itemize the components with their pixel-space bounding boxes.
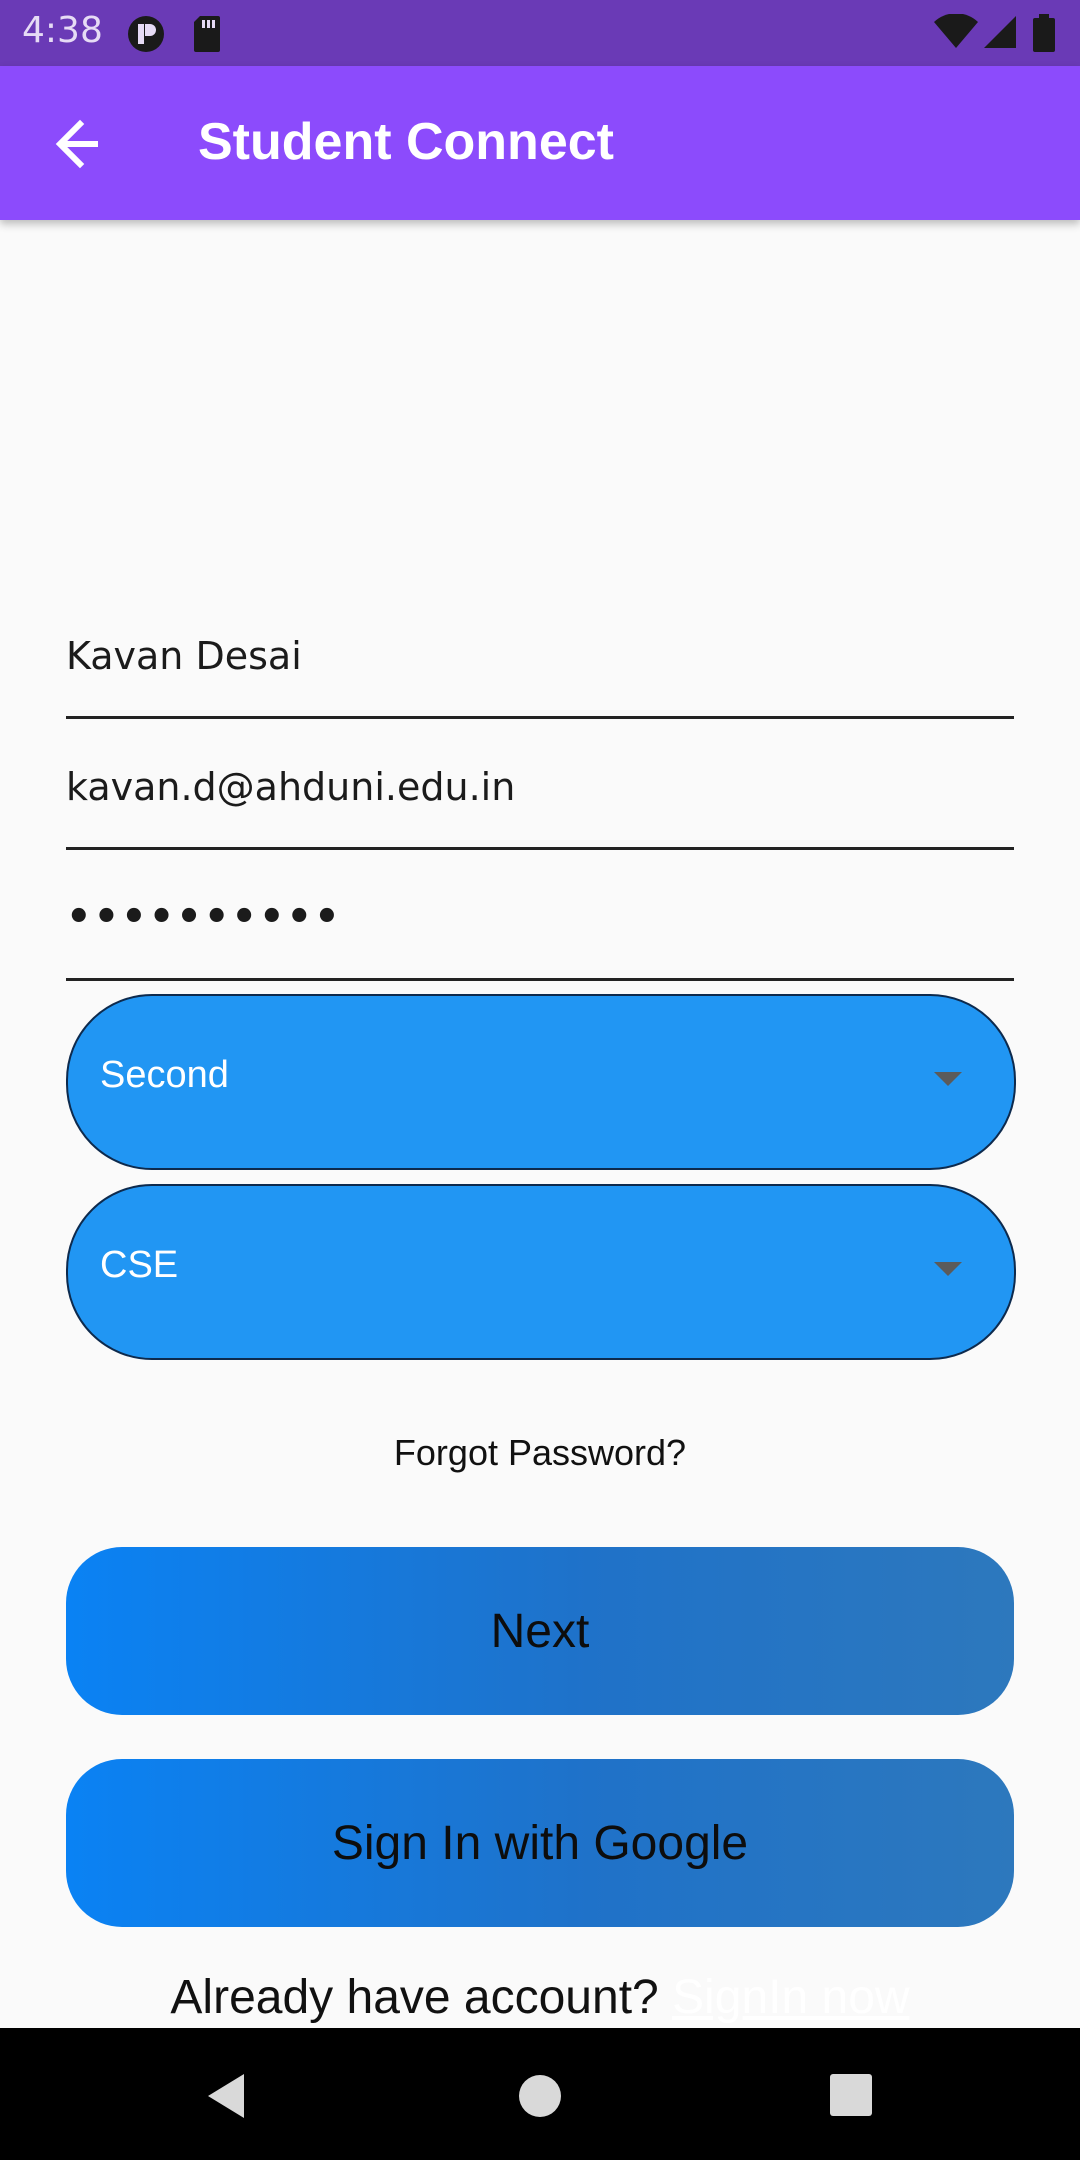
dropdown-arrow-icon <box>934 1072 962 1086</box>
year-dropdown[interactable]: Second <box>66 994 1016 1170</box>
pocket-casts-icon <box>126 14 166 59</box>
already-account-row: Already have account? SignIn now <box>0 1970 1080 2025</box>
email-input-value: kavan.d@ahduni.edu.in <box>66 765 516 809</box>
already-account-text: Already have account? <box>170 1971 659 2024</box>
recents-square-icon[interactable] <box>830 2074 872 2121</box>
branch-dropdown[interactable]: CSE <box>66 1184 1016 1360</box>
app-bar: Student Connect <box>0 66 1080 220</box>
forgot-password-link[interactable]: Forgot Password? <box>0 1432 1080 1474</box>
next-button[interactable]: Next <box>66 1547 1014 1715</box>
status-bar: 4:38 <box>0 0 1080 66</box>
signal-icon <box>982 14 1018 55</box>
year-dropdown-value: Second <box>100 1054 229 1096</box>
back-triangle-icon[interactable] <box>204 2072 248 2125</box>
back-button[interactable] <box>40 106 116 182</box>
sd-card-icon <box>192 14 222 59</box>
email-field[interactable]: kavan.d@ahduni.edu.in <box>66 737 1014 850</box>
arrow-left-icon <box>40 119 116 186</box>
name-input-value: Kavan Desai <box>66 634 302 678</box>
page-title: Student Connect <box>198 113 614 171</box>
password-field[interactable]: •••••••••• <box>66 868 1014 981</box>
name-field[interactable]: Kavan Desai <box>66 606 1014 719</box>
branch-dropdown-value: CSE <box>100 1244 179 1286</box>
dropdown-arrow-icon <box>934 1262 962 1276</box>
battery-icon <box>1032 14 1056 59</box>
signin-now-link[interactable]: SignIn now <box>672 1971 910 2024</box>
wifi-icon <box>934 13 978 55</box>
google-signin-button[interactable]: Sign In with Google <box>66 1759 1014 1927</box>
status-time: 4:38 <box>22 10 103 51</box>
navigation-bar <box>0 2028 1080 2160</box>
password-input-value: •••••••••• <box>66 894 342 940</box>
home-circle-icon[interactable] <box>518 2074 562 2123</box>
